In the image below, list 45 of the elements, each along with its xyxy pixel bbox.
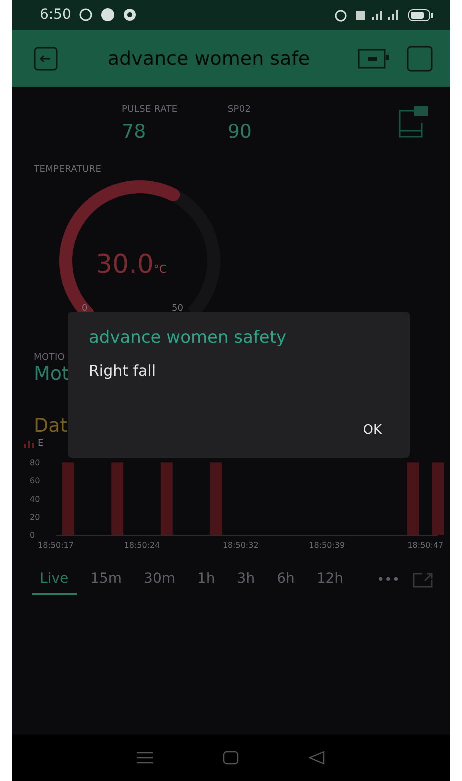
app-title: advance women safe bbox=[106, 48, 312, 70]
battery-icon bbox=[408, 8, 434, 22]
y-axis-label: 40 bbox=[30, 494, 40, 504]
square-icon[interactable] bbox=[406, 44, 434, 72]
x-axis-label: 18:50:24 bbox=[124, 541, 160, 550]
spo2-value: 90 bbox=[228, 121, 252, 143]
range-tab[interactable]: 15m bbox=[82, 565, 130, 595]
legend-label: E bbox=[38, 439, 44, 449]
export-icon[interactable] bbox=[412, 572, 434, 588]
spo2-label: SP02 bbox=[228, 105, 252, 115]
range-tab[interactable]: 30m bbox=[136, 565, 184, 595]
range-tab[interactable]: 1h bbox=[190, 565, 224, 595]
back-icon[interactable] bbox=[309, 751, 325, 765]
x-axis-label: 18:50:17 bbox=[38, 541, 74, 550]
chart-title: Dat bbox=[34, 415, 68, 437]
x-axis-label: 18:50:32 bbox=[222, 541, 259, 550]
y-axis-label: 60 bbox=[30, 476, 40, 486]
motion-value: Mot bbox=[34, 363, 70, 385]
range-tab[interactable]: 6h bbox=[269, 565, 303, 595]
dialog-message: Right fall bbox=[89, 362, 158, 380]
x-axis-label: 18:50:47 bbox=[408, 541, 444, 550]
y-axis-label: 0 bbox=[30, 531, 36, 540]
more-button[interactable]: ••• bbox=[372, 566, 404, 594]
exit-icon[interactable] bbox=[32, 44, 60, 72]
menu-icon[interactable] bbox=[137, 752, 153, 764]
range-tab[interactable]: 12h bbox=[308, 565, 352, 595]
temperature-value: 30.0°C bbox=[96, 250, 168, 280]
device-icon[interactable] bbox=[358, 48, 390, 70]
range-tab[interactable]: Live bbox=[32, 565, 77, 595]
gauge-min: 0 bbox=[82, 304, 88, 313]
status-time: 6:50 bbox=[40, 7, 72, 23]
temperature-label: TEMPERATURE bbox=[34, 165, 102, 175]
gauge-max: 50 bbox=[172, 304, 184, 313]
pulse-label: PULSE RATE bbox=[122, 105, 178, 115]
dialog-title: advance women safety bbox=[89, 328, 288, 348]
bar-chart-icon bbox=[24, 440, 34, 448]
signal-icon bbox=[356, 9, 400, 21]
range-tab[interactable]: 3h bbox=[229, 565, 264, 595]
home-icon[interactable] bbox=[223, 751, 239, 765]
x-axis-label: 18:50:39 bbox=[309, 541, 346, 550]
motion-label: MOTIO bbox=[34, 353, 66, 363]
y-axis-label: 20 bbox=[30, 512, 40, 522]
pulse-value: 78 bbox=[122, 121, 148, 143]
ok-button[interactable]: OK bbox=[355, 417, 390, 444]
y-axis-label: 80 bbox=[30, 458, 40, 468]
